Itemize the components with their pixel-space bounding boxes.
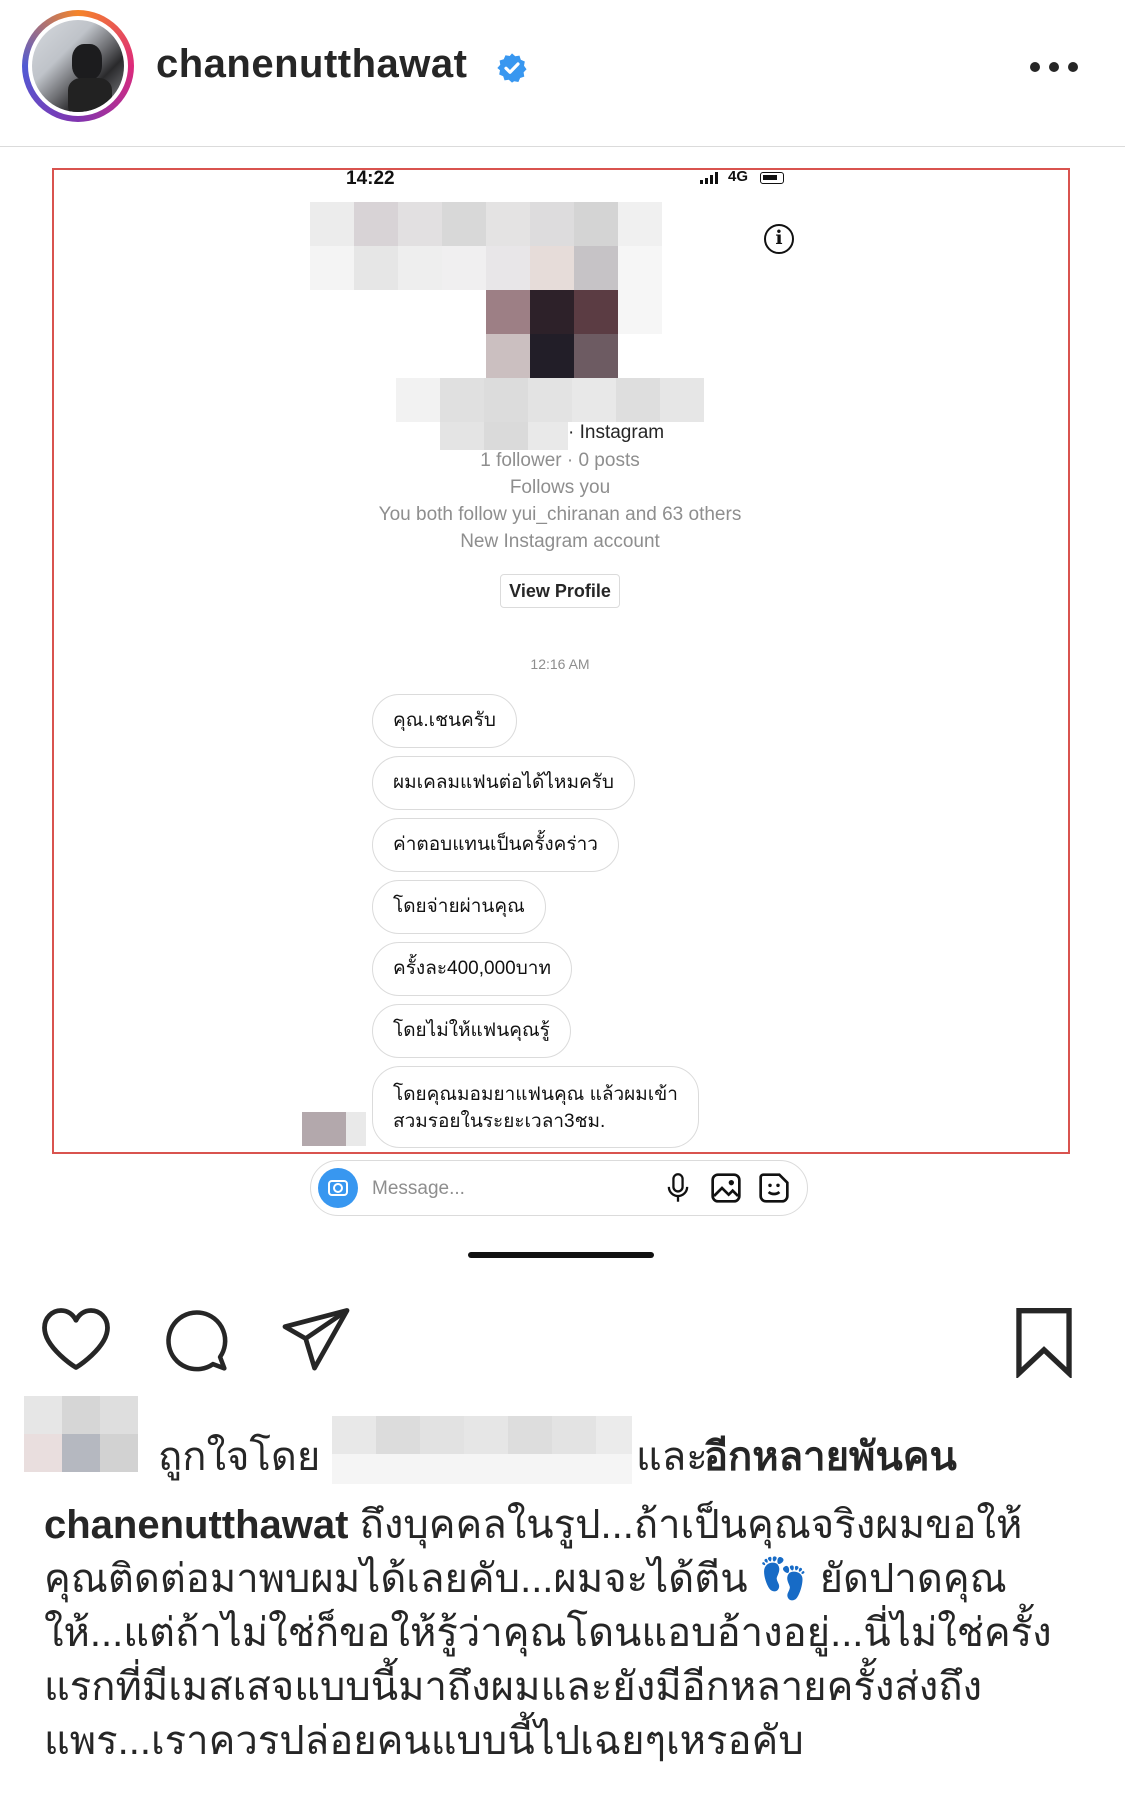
message-bubble-multiline[interactable]: โดยคุณมอมยาแฟนคุณ แล้วผมเข้า สวมรอยในระย… — [372, 1066, 699, 1148]
mutual-followers: You both follow yui_chiranan and 63 othe… — [378, 504, 742, 525]
info-icon[interactable]: i — [764, 224, 794, 254]
network-type: 4G — [728, 168, 749, 185]
others-link[interactable]: อีกหลายพันคน — [704, 1424, 957, 1488]
and-label: และ — [636, 1435, 708, 1479]
caption-username[interactable]: chanenutthawat — [44, 1503, 348, 1547]
pixelated-name — [310, 202, 700, 290]
liker-avatar-pixelated[interactable] — [24, 1396, 154, 1486]
profile-platform: · Instagram — [568, 422, 665, 443]
liked-by-label: ถูกใจโดย — [158, 1435, 321, 1479]
status-time: 14:22 — [346, 168, 395, 189]
bookmark-icon[interactable] — [1012, 1306, 1076, 1378]
message-line: สวมรอยในระยะเวลา3ชม. — [393, 1111, 606, 1132]
message-bubble[interactable]: ค่าตอบแทนเป็นครั้งคร่าว — [372, 818, 619, 872]
more-options-icon[interactable] — [1030, 58, 1080, 80]
sender-avatar-pixelated — [302, 1112, 366, 1146]
verified-badge-icon — [497, 53, 527, 83]
follows-you-label: Follows you — [509, 477, 611, 498]
message-bubble[interactable]: โดยจ่ายผ่านคุณ — [372, 880, 546, 934]
message-line: โดยคุณมอมยาแฟนคุณ แล้วผมเข้า — [393, 1084, 678, 1105]
sticker-icon[interactable] — [758, 1172, 790, 1204]
profile-avatar[interactable] — [22, 10, 134, 122]
heart-icon[interactable] — [40, 1306, 112, 1372]
post-author-username[interactable]: chanenutthawat — [156, 42, 467, 87]
message-bubble[interactable]: โดยไม่ให้แฟนคุณรู้ — [372, 1004, 571, 1058]
paper-plane-icon[interactable] — [280, 1306, 352, 1374]
footprints-emoji: 👣 — [758, 1557, 809, 1601]
message-placeholder: Message... — [372, 1178, 465, 1199]
liker-names-pixelated[interactable] — [332, 1416, 632, 1490]
comment-icon[interactable] — [162, 1306, 230, 1374]
microphone-icon[interactable] — [664, 1172, 692, 1204]
battery-icon — [760, 172, 784, 184]
account-note: New Instagram account — [460, 531, 660, 552]
message-timestamp: 12:16 AM — [530, 656, 590, 672]
gallery-icon[interactable] — [710, 1172, 742, 1204]
message-bubble[interactable]: ครั้งละ400,000บาท — [372, 942, 572, 996]
signal-icon — [700, 172, 722, 184]
view-profile-button[interactable]: View Profile — [500, 574, 620, 608]
profile-stats: 1 follower · 0 posts — [480, 450, 640, 471]
pixelated-block — [618, 290, 662, 334]
message-bubble[interactable]: คุณ.เชนครับ — [372, 694, 517, 748]
post-caption: chanenutthawat ถึงบุคคลในรูป...ถ้าเป็นคุ… — [44, 1498, 1084, 1768]
message-bubble[interactable]: ผมเคลมแฟนต่อได้ไหมครับ — [372, 756, 635, 810]
home-indicator — [468, 1252, 654, 1258]
pixelated-profile-photo — [486, 290, 618, 378]
camera-icon[interactable] — [318, 1168, 358, 1208]
